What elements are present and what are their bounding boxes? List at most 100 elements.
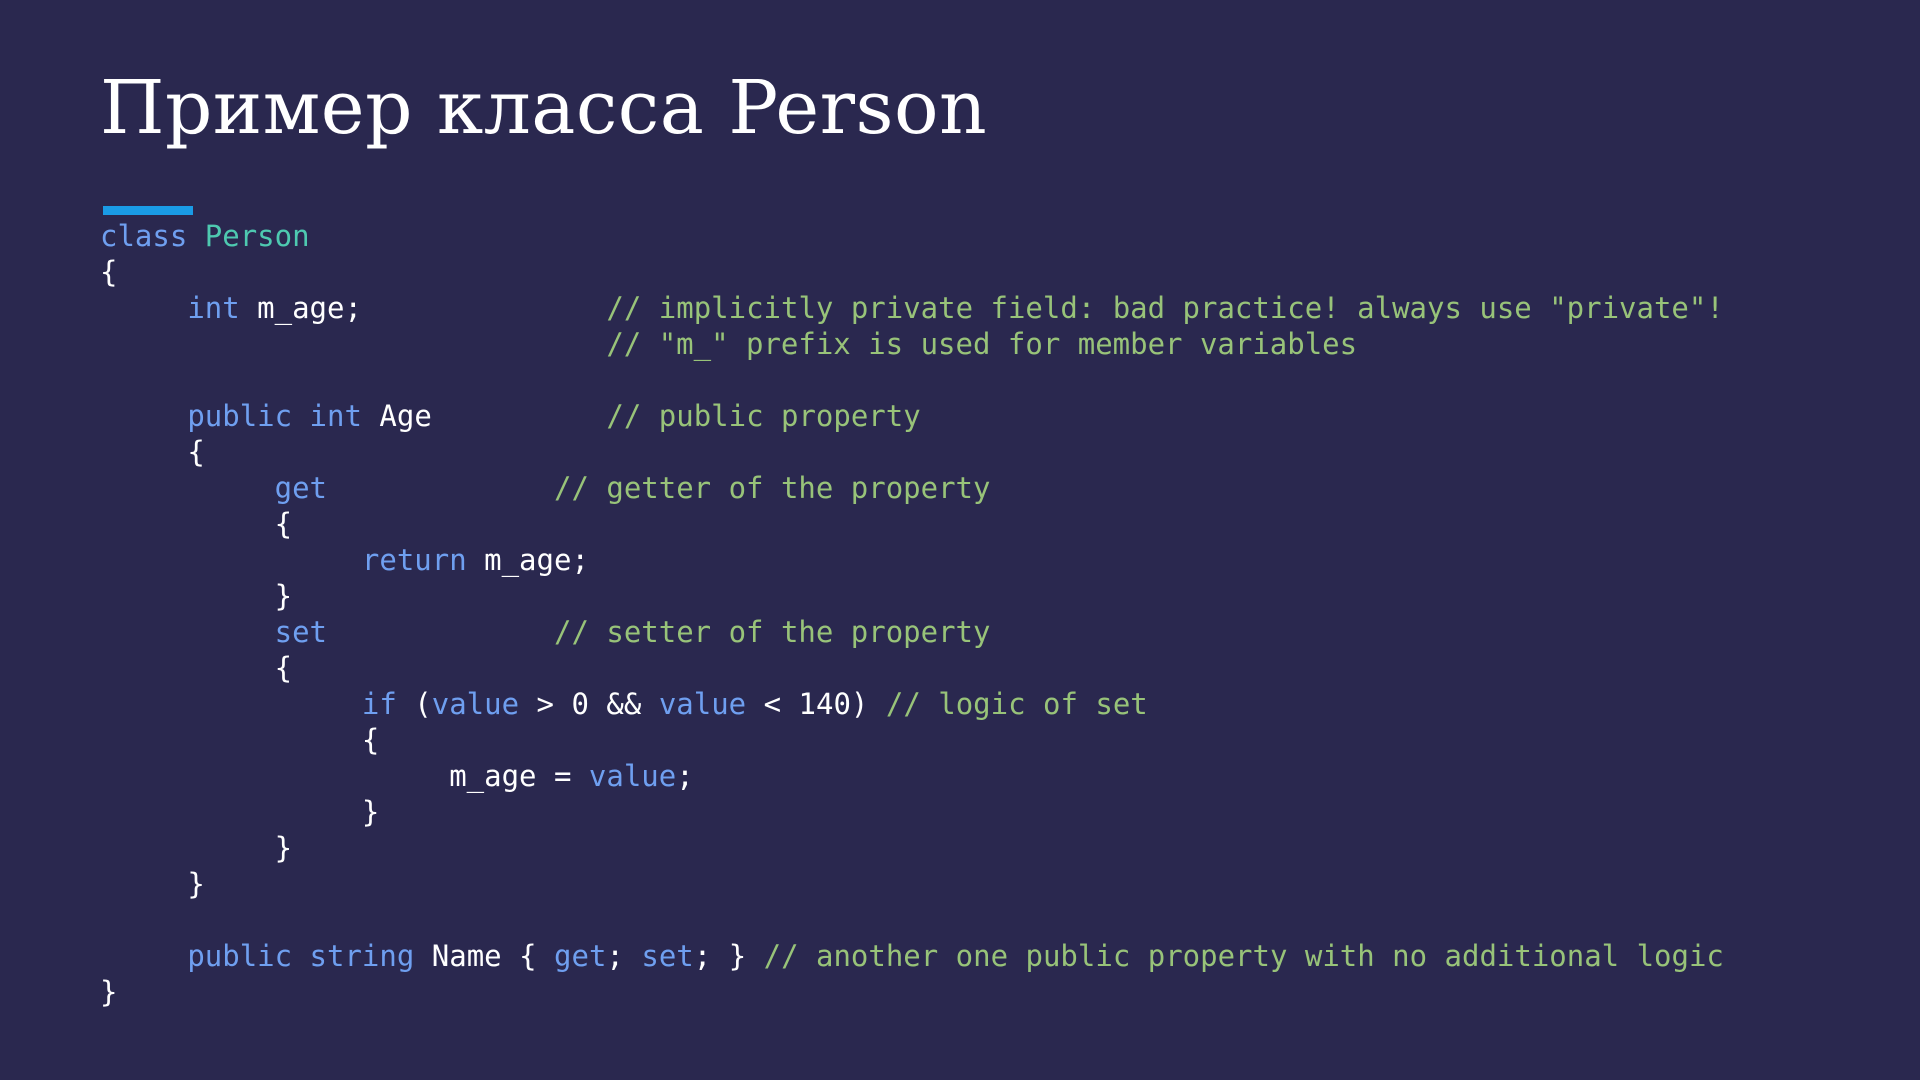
code-keyword: set — [641, 939, 694, 973]
code-punctuation: ; — [693, 939, 712, 973]
code-line: return m_age; — [100, 542, 1724, 578]
code-comment: // implicitly private field: bad practic… — [606, 291, 1724, 325]
code-punctuation: = — [553, 759, 572, 793]
code-comment: // public property — [606, 399, 921, 433]
code-punctuation: ) — [850, 687, 869, 721]
code-keyword: int — [309, 399, 362, 433]
code-punctuation: && — [606, 687, 642, 721]
code-punctuation: { — [100, 255, 118, 289]
code-line: } — [100, 866, 1724, 902]
code-punctuation: ; — [676, 759, 694, 793]
code-line: { — [100, 254, 1724, 290]
code-comment: // setter of the property — [553, 615, 991, 649]
code-keyword: value — [431, 687, 520, 721]
code-punctuation: ( — [414, 687, 432, 721]
code-punctuation: ; — [571, 543, 589, 577]
code-keyword: if — [361, 687, 397, 721]
code-keyword: set — [274, 615, 327, 649]
code-punctuation: < — [763, 687, 782, 721]
code-line: } — [100, 794, 1724, 830]
code-comment: // logic of set — [885, 687, 1148, 721]
code-identifier: m_age — [484, 543, 572, 577]
code-line: { — [100, 506, 1724, 542]
code-punctuation: } — [274, 579, 293, 613]
code-punctuation: ; — [606, 939, 624, 973]
code-comment: // getter of the property — [553, 471, 991, 505]
code-type-name: Person — [204, 219, 310, 253]
code-keyword: get — [554, 939, 607, 973]
code-keyword: int — [187, 291, 240, 325]
code-keyword: value — [588, 759, 677, 793]
code-punctuation: } — [100, 975, 118, 1009]
code-line: public int Age // public property — [100, 398, 1724, 434]
code-punctuation: { — [519, 939, 537, 973]
code-line: m_age = value; — [100, 758, 1724, 794]
code-line: { — [100, 650, 1724, 686]
code-punctuation: { — [361, 723, 380, 757]
code-comment: // another one public property with no a… — [763, 939, 1724, 973]
code-punctuation: } — [728, 939, 747, 973]
code-punctuation: } — [274, 831, 293, 865]
code-line: public string Name { get; set; } // anot… — [100, 938, 1724, 974]
code-line: set // setter of the property — [100, 614, 1724, 650]
code-punctuation: { — [187, 435, 205, 469]
code-line: { — [100, 434, 1724, 470]
code-punctuation: { — [274, 651, 293, 685]
code-line: } — [100, 830, 1724, 866]
code-keyword: return — [361, 543, 467, 577]
code-keyword: get — [274, 471, 327, 505]
code-keyword: value — [658, 687, 747, 721]
code-line: if (value > 0 && value < 140) // logic o… — [100, 686, 1724, 722]
code-comment: // "m_" prefix is used for member variab… — [606, 327, 1358, 361]
code-identifier: Age — [379, 399, 432, 433]
code-punctuation: } — [361, 795, 380, 829]
code-punctuation: ; — [344, 291, 362, 325]
code-punctuation: { — [274, 507, 293, 541]
code-identifier: 0 — [571, 687, 589, 721]
code-line: class Person — [100, 218, 1724, 254]
title-accent-bar — [103, 206, 193, 215]
code-keyword: public — [187, 939, 293, 973]
code-block: class Person{ int m_age; // implicitly p… — [100, 218, 1724, 1010]
code-line: get // getter of the property — [100, 470, 1724, 506]
slide-title: Пример класса Person — [100, 65, 988, 151]
code-identifier: 140 — [798, 687, 851, 721]
